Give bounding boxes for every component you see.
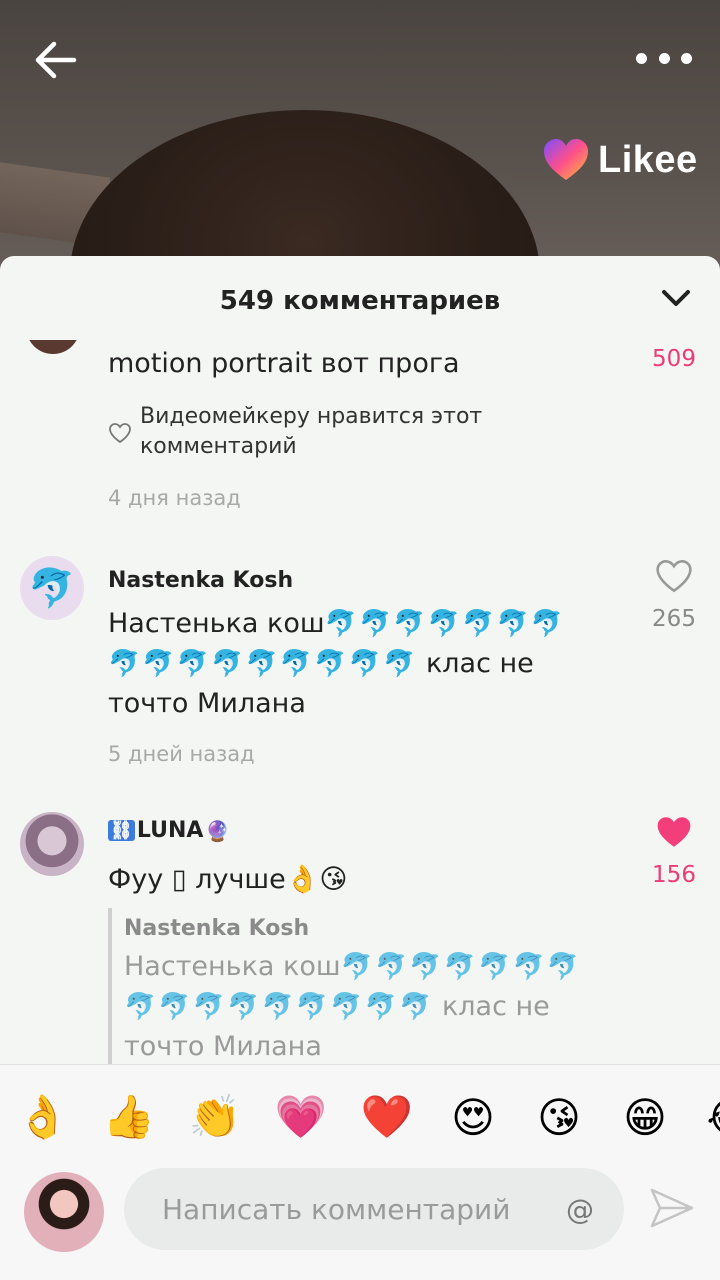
avatar[interactable]: 🐬 [20,556,84,620]
comment-time: 4 дня назад [108,486,241,510]
comments-count-title: 549 комментариев [219,286,501,316]
comment-input-container[interactable]: @ [124,1168,624,1250]
likee-logo: Likee [542,138,698,182]
comment-input-row: @ [0,1168,720,1280]
send-icon[interactable] [648,1184,696,1232]
dolphin-emoji-row: 🐬🐬🐬🐬🐬🐬🐬 [324,609,566,639]
comment-text: Фуу ▯ лучше👌😘 [108,864,348,895]
like-button[interactable] [654,558,694,598]
reply-text-prefix: Настенька кош [124,951,341,982]
grin-emoji-button[interactable]: 😁 [602,1093,688,1142]
reply-text: Настенька кош🐬🐬🐬🐬🐬🐬🐬 🐬🐬🐬🐬🐬🐬🐬🐬🐬 клас не т… [124,947,664,1064]
reply-text-line: точто Милана [124,1031,322,1062]
emoji-quick-bar: 👌 👍 👏 💗 ❤️ 😍 😘 😁 😂 [0,1064,720,1169]
reply-author: Nastenka Kosh [124,916,310,941]
comment-list[interactable]: motion portrait вот прога Видеомейкеру н… [0,340,720,1064]
comment-text-line: точто Милана [108,688,306,719]
dolphin-emoji-row: 🐬🐬🐬🐬🐬🐬🐬🐬🐬 [108,649,418,679]
comment-text-prefix: Настенька кош [108,608,325,639]
dolphin-emoji-row: 🐬🐬🐬🐬🐬🐬🐬 [340,952,582,982]
mention-button[interactable]: @ [550,1193,610,1226]
like-count: 509 [652,346,696,372]
comment-author[interactable]: Nastenka Kosh [108,568,293,593]
comment-text-suffix: клас не [425,648,534,679]
more-options-icon[interactable] [636,40,692,76]
back-arrow-icon[interactable] [30,34,82,86]
kiss-emoji-button[interactable]: 😘 [516,1093,602,1142]
dolphin-avatar-icon: 🐬 [28,565,76,610]
heart-outline-icon [109,423,131,444]
name-prefix-icon: ⛓ [108,820,135,841]
creator-liked-note: Видеомейкеру нравится этот комментарий [108,402,500,462]
quoted-reply: Nastenka Kosh Настенька кош🐬🐬🐬🐬🐬🐬🐬 🐬🐬🐬🐬🐬… [108,908,664,1064]
comment-author[interactable]: ⛓ LUNA 🔮 [108,818,230,843]
current-user-avatar[interactable] [24,1172,104,1252]
like-count: 156 [652,862,696,888]
avatar[interactable] [20,812,84,876]
creator-liked-text: Видеомейкеру нравится этот комментарий [140,404,483,459]
like-count: 265 [652,606,696,632]
comment-text: motion portrait вот прога [108,348,460,379]
clapping-emoji-button[interactable]: 👏 [172,1092,258,1142]
sparkling-heart-emoji-button[interactable]: 💗 [258,1092,344,1142]
chevron-down-icon[interactable] [658,284,694,312]
likee-heart-icon [544,139,588,180]
tears-of-joy-emoji-button[interactable]: 😂 [688,1093,720,1142]
thumbs-up-emoji-button[interactable]: 👍 [86,1092,172,1142]
dolphin-emoji-row: 🐬🐬🐬🐬🐬🐬🐬🐬🐬 [124,992,434,1022]
comment-time: 5 дней назад [108,742,255,766]
red-heart-emoji-button[interactable]: ❤️ [344,1092,430,1142]
likee-logo-text: Likee [598,138,698,181]
crystal-ball-icon: 🔮 [205,818,231,843]
ok-hand-emoji-button[interactable]: 👌 [0,1092,86,1142]
heart-filled-icon [657,817,691,847]
comment-text: Настенька кош🐬🐬🐬🐬🐬🐬🐬 🐬🐬🐬🐬🐬🐬🐬🐬🐬 клас не т… [108,604,628,723]
comment-author-name: LUNA [136,818,204,843]
comment-input[interactable] [160,1191,550,1227]
heart-outline-icon [656,559,692,593]
avatar[interactable] [26,340,80,354]
like-button[interactable] [654,814,694,854]
reply-text-suffix: клас не [441,991,550,1022]
heart-eyes-emoji-button[interactable]: 😍 [430,1093,516,1142]
